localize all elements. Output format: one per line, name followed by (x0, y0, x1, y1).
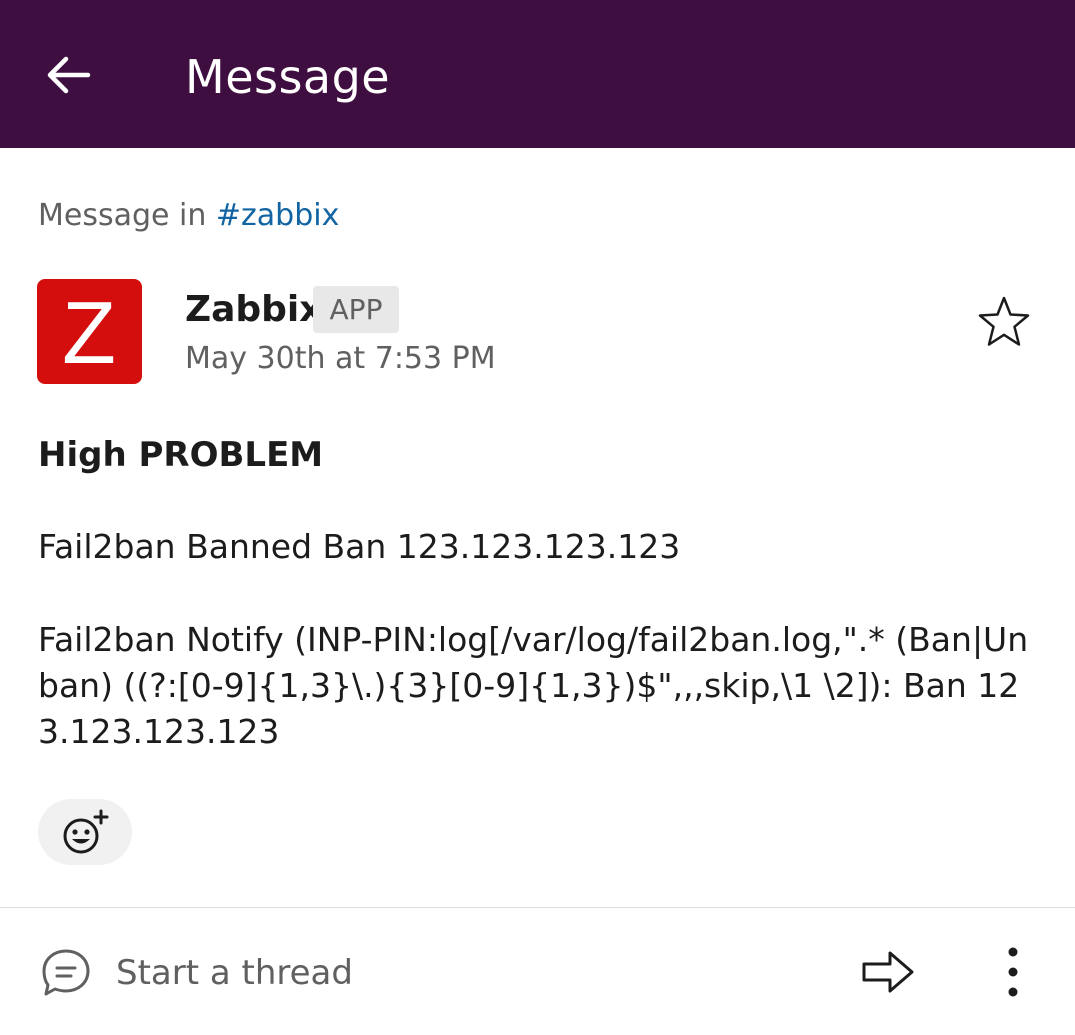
start-thread-button[interactable]: Start a thread (116, 950, 353, 996)
app-badge: APP (313, 286, 399, 333)
add-reaction-icon (63, 809, 109, 854)
message-line-1: Fail2ban Banned Ban 123.123.123.123 (38, 527, 681, 566)
more-actions-button[interactable] (985, 940, 1041, 1004)
share-button[interactable] (850, 940, 926, 1004)
channel-link[interactable]: #zabbix (216, 198, 339, 233)
speech-bubble-icon (42, 949, 90, 996)
add-reaction-button[interactable] (38, 799, 132, 865)
avatar[interactable]: Z (37, 279, 142, 384)
zabbix-logo-icon: Z (62, 283, 116, 382)
sender-name[interactable]: Zabbix (185, 287, 323, 333)
message-heading: High PROBLEM (38, 435, 324, 475)
svg-text:Z: Z (62, 283, 116, 382)
back-button[interactable] (30, 40, 106, 110)
share-arrow-icon (862, 951, 914, 993)
star-button[interactable] (970, 290, 1038, 354)
top-app-bar: Message (0, 0, 1075, 148)
message-line-2: Fail2ban Notify (INP-PIN:log[/var/log/fa… (38, 620, 1029, 751)
message-timestamp: May 30th at 7:53 PM (185, 341, 496, 376)
footer-divider (0, 907, 1075, 908)
star-icon (978, 296, 1030, 346)
context-prefix: Message in (38, 198, 216, 233)
page-title: Message (185, 50, 391, 104)
more-vertical-icon (1008, 947, 1018, 997)
arrow-left-icon (47, 56, 91, 94)
message-context: Message in #zabbix (38, 196, 339, 236)
